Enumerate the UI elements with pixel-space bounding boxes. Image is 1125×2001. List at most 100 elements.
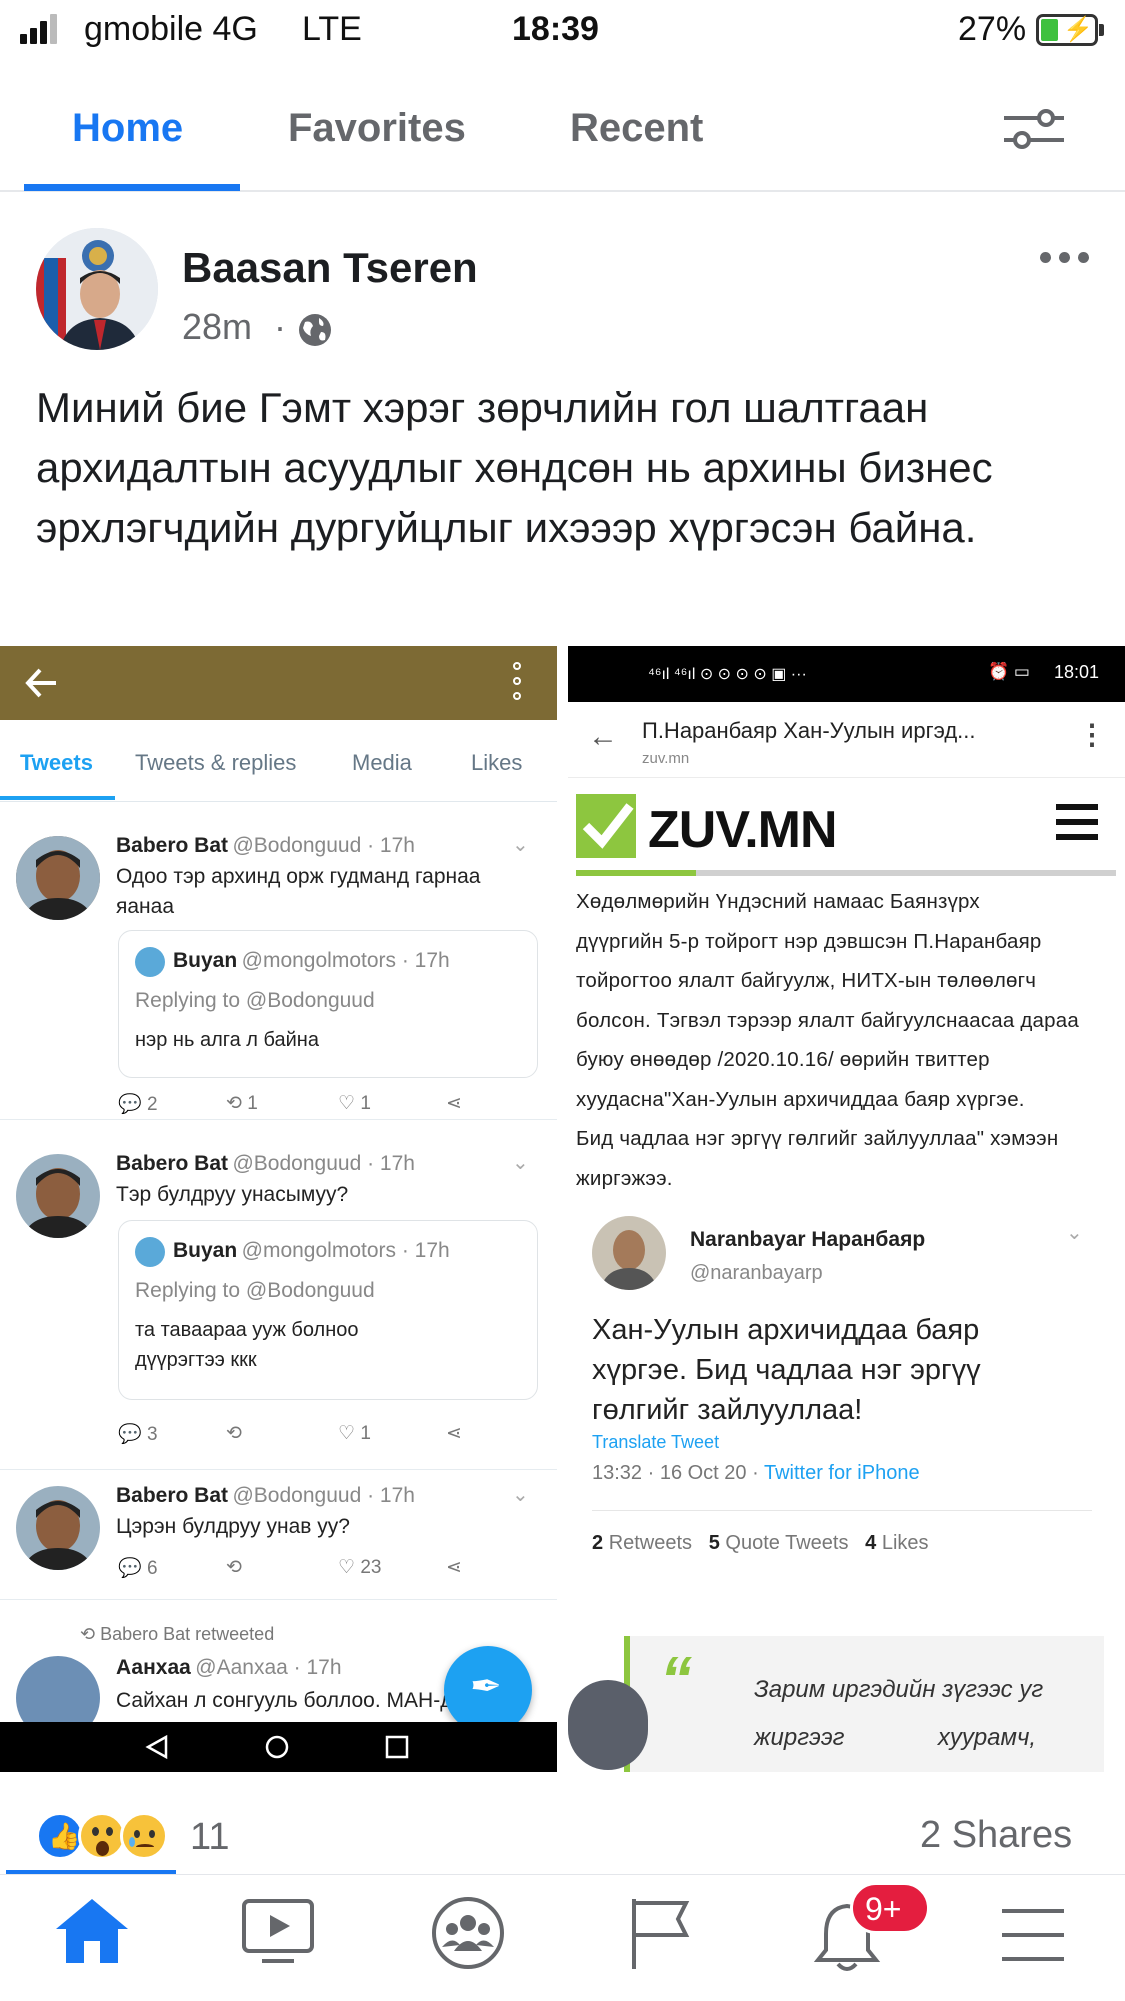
tab-recent[interactable]: Recent bbox=[570, 106, 703, 151]
share-icon: ⋖ bbox=[446, 1557, 462, 1578]
like-count: ♡ 23 bbox=[338, 1557, 382, 1578]
tweet-author: Babero Bat bbox=[116, 1484, 229, 1507]
active-tab-indicator bbox=[24, 184, 240, 191]
hamburger-icon bbox=[1056, 802, 1098, 842]
logo-underline bbox=[576, 870, 1116, 876]
browser-title: П.Наранбаяр Хан-Уулын иргэд... bbox=[642, 718, 976, 743]
tweet-author: Babero Bat bbox=[116, 1152, 229, 1175]
post-time[interactable]: 28m bbox=[182, 306, 252, 348]
signal-icon bbox=[20, 14, 60, 44]
network-label: LTE bbox=[302, 10, 362, 48]
browser-domain: zuv.mn bbox=[642, 750, 690, 767]
quote-avatar bbox=[135, 1237, 165, 1267]
quote-handle: @mongolmotors · 17h bbox=[241, 949, 450, 972]
reaction-count: 11 bbox=[190, 1816, 230, 1858]
globe-icon bbox=[299, 314, 331, 346]
replying-to: Replying to @Bodonguud bbox=[135, 989, 375, 1012]
tab-home[interactable]: Home bbox=[72, 106, 183, 151]
reply-count: 💬 6 bbox=[118, 1558, 158, 1579]
tweet-handle: @Bodonguud · 17h bbox=[232, 1484, 415, 1507]
quoted-tweet: Buyan @mongolmotors · 17h Replying to @B… bbox=[118, 930, 538, 1078]
embed-date: 13:32 · 16 Oct 20 · Twitter for iPhone bbox=[592, 1462, 920, 1484]
check-icon bbox=[576, 794, 636, 858]
video-icon[interactable] bbox=[240, 1895, 316, 1967]
notification-badge: 9+ bbox=[850, 1882, 930, 1934]
status-bar: gmobile 4G LTE 18:39 27% ⚡ bbox=[0, 0, 1125, 62]
clock: 18:39 bbox=[512, 10, 599, 48]
tweet-avatar bbox=[16, 836, 100, 920]
embedded-tweet: Naranbayar Наранбаяр @naranbayarp ⌄ Хан-… bbox=[568, 1206, 1125, 1506]
groups-icon[interactable] bbox=[430, 1895, 506, 1971]
quote-line-2: жиргээг хуурамч, bbox=[754, 1724, 1037, 1751]
tweet-text: Одоо тэр архинд орж гудманд гарнаа яанаа bbox=[116, 865, 481, 918]
battery-percent: 27% bbox=[958, 10, 1027, 48]
chevron-down-icon: ⌄ bbox=[512, 1152, 529, 1174]
zuv-screenshot[interactable]: ⁴⁶ıl ⁴⁶ıl ⊙ ⊙ ⊙ ⊙ ▣ ··· ⏰ ▭ 18:01 ← П.На… bbox=[568, 646, 1125, 1772]
chevron-down-icon: ⌄ bbox=[1066, 1222, 1083, 1244]
retweet-count: ⟲ bbox=[226, 1557, 242, 1578]
back-arrow-icon bbox=[25, 668, 56, 698]
tweet-handle: @Bodonguud · 17h bbox=[232, 1152, 415, 1175]
chevron-down-icon: ⌄ bbox=[512, 1484, 529, 1506]
like-count: ♡ 1 bbox=[338, 1423, 371, 1444]
android-nav-bar bbox=[0, 1722, 557, 1772]
carrier-label: gmobile 4G bbox=[84, 10, 258, 48]
browser-menu-icon: ⋮ bbox=[1078, 719, 1106, 750]
tweet-author: Аанхаа bbox=[116, 1656, 191, 1679]
more-options-icon[interactable] bbox=[1040, 250, 1090, 266]
back-arrow-icon: ← bbox=[588, 720, 618, 753]
tw-tab-likes: Likes bbox=[471, 750, 523, 775]
menu-icon[interactable] bbox=[1000, 1905, 1066, 1965]
tweet-avatar bbox=[16, 1154, 100, 1238]
shares-count[interactable]: 2 Shares bbox=[920, 1814, 1072, 1857]
translate-tweet-link: Translate Tweet bbox=[592, 1432, 720, 1452]
filter-icon[interactable] bbox=[1002, 100, 1066, 156]
android-status-bar: ⁴⁶ıl ⁴⁶ıl ⊙ ⊙ ⊙ ⊙ ▣ ··· ⏰ ▭ 18:01 bbox=[568, 646, 1125, 702]
tw-tab-tweets: Tweets bbox=[20, 750, 93, 775]
article-text: Хөдөлмөрийн Үндэсний намаас Баянзүрх дүү… bbox=[576, 890, 1079, 1190]
compose-tweet-button[interactable]: ✒ bbox=[444, 1646, 532, 1734]
quote-author: Buyan bbox=[173, 1239, 238, 1262]
like-icon: 👍 bbox=[36, 1812, 84, 1860]
sad-icon bbox=[120, 1812, 168, 1860]
tw-tab-replies: Tweets & replies bbox=[135, 750, 297, 775]
android-clock: 18:01 bbox=[1054, 662, 1100, 682]
tw-tab-media: Media bbox=[352, 750, 412, 775]
bottom-divider bbox=[0, 1874, 1125, 1875]
floating-photo bbox=[568, 1680, 648, 1770]
twitter-tabs: Tweets Tweets & replies Media Likes bbox=[0, 720, 557, 802]
tweet-handle: @Bodonguud · 17h bbox=[232, 834, 415, 857]
quote-avatar bbox=[135, 947, 165, 977]
tweet-1: Babero Bat @Bodonguud · 17h ⌄ Одоо тэр а… bbox=[0, 820, 557, 1120]
embed-handle: @naranbayarp bbox=[690, 1262, 823, 1284]
replying-to: Replying to @Bodonguud bbox=[135, 1279, 375, 1302]
wow-icon bbox=[78, 1812, 126, 1860]
reply-count: 💬 3 bbox=[118, 1424, 158, 1445]
tweet-3: Babero Bat @Bodonguud · 17h ⌄ Цэрэн булд… bbox=[0, 1470, 557, 1600]
reactions-bar[interactable]: 👍 11 bbox=[36, 1810, 236, 1864]
tweet-2: Babero Bat @Bodonguud · 17h ⌄ Тэр булдру… bbox=[0, 1138, 557, 1470]
quote-author: Buyan bbox=[173, 949, 238, 972]
tweet-text: Сайхан л сонгууль боллоо. МАН-д bbox=[116, 1689, 453, 1712]
embed-client: Twitter for iPhone bbox=[763, 1462, 920, 1484]
tweet-text: Цэрэн булдруу унав уу? bbox=[116, 1515, 350, 1538]
tweet-author: Babero Bat bbox=[116, 834, 229, 857]
quote-line-1: Зарим иргэдийн зүгээс уг bbox=[754, 1676, 1044, 1703]
embed-avatar bbox=[592, 1216, 666, 1290]
retweeted-label: ⟲ Babero Bat retweeted bbox=[80, 1624, 275, 1644]
author-avatar[interactable] bbox=[36, 228, 158, 350]
share-icon: ⋖ bbox=[446, 1423, 462, 1444]
battery-icon: ⚡ bbox=[1036, 14, 1104, 46]
author-name[interactable]: Baasan Tseren bbox=[182, 244, 478, 292]
browser-bar: ← П.Наранбаяр Хан-Уулын иргэд... zuv.mn … bbox=[568, 702, 1125, 778]
pages-icon[interactable] bbox=[626, 1895, 692, 1971]
overflow-menu-icon bbox=[512, 660, 522, 704]
home-icon[interactable] bbox=[52, 1895, 132, 1967]
twitter-screenshot[interactable]: Tweets Tweets & replies Media Likes Babe… bbox=[0, 646, 557, 1772]
tab-favorites[interactable]: Favorites bbox=[288, 106, 466, 151]
quote-text: нэр нь алга л байна bbox=[135, 1029, 319, 1051]
quote-mark: “ bbox=[660, 1643, 692, 1715]
tweet-text: Тэр булдруу унасымуу? bbox=[116, 1183, 349, 1206]
tweet-avatar bbox=[16, 1486, 100, 1570]
quoted-tweet: Buyan @mongolmotors · 17h Replying to @B… bbox=[118, 1220, 538, 1400]
